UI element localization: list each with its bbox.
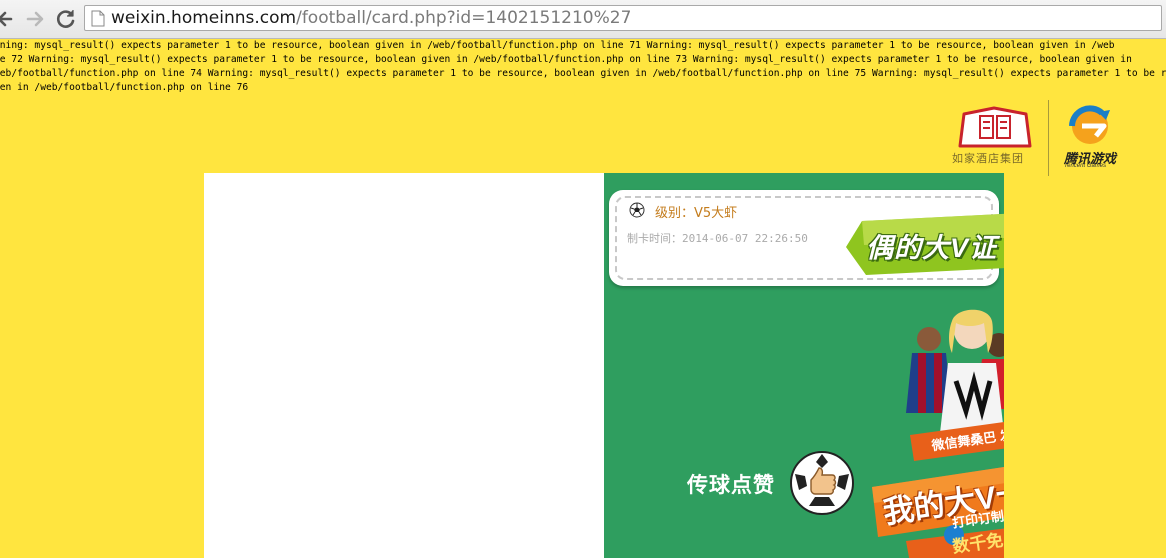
warning-line: ne 72 Warning: mysql_result() expects pa… — [0, 54, 1132, 65]
url-text: weixin.homeinns.com/football/card.php?id… — [111, 9, 631, 28]
reload-icon[interactable] — [54, 7, 78, 31]
card-time-text: 制卡时间：2014-06-07 22:26:50 — [627, 232, 808, 245]
level-text: 级别：V5大虾 — [655, 206, 738, 221]
warning-line: rning: mysql_result() expects parameter … — [0, 40, 1115, 51]
card-photo-area — [204, 173, 604, 558]
browser-toolbar: weixin.homeinns.com/football/card.php?id… — [0, 0, 1166, 39]
forward-arrow-icon[interactable] — [24, 7, 48, 31]
url-path: /football/card.php?id=1402151210%27 — [296, 8, 632, 28]
page-icon — [91, 10, 105, 27]
v-badge-text: 偶的大V证 — [866, 233, 998, 263]
php-warnings: rning: mysql_result() expects parameter … — [0, 39, 1166, 95]
pass-like-label: 传球点赞 — [687, 474, 775, 497]
url-host: weixin.homeinns.com — [111, 8, 297, 28]
logo-divider — [1048, 100, 1049, 176]
tencent-en-text: Tencent Games — [1064, 163, 1107, 169]
card-info-panel: 级别：V5大虾 制卡时间：2014-06-07 22:26:50 偶的大V证 传… — [604, 173, 1004, 558]
soccer-ball-icon — [629, 202, 645, 218]
warning-line: ven in /web/football/function.php on lin… — [0, 82, 249, 93]
back-arrow-icon[interactable] — [0, 7, 20, 31]
warning-line: web/football/function.php on line 74 War… — [0, 68, 1166, 79]
homeinns-caption: 如家酒店集团 — [952, 153, 1024, 165]
thumbs-up-ball-button[interactable] — [789, 450, 855, 516]
address-bar[interactable]: weixin.homeinns.com/football/card.php?id… — [84, 5, 1162, 31]
